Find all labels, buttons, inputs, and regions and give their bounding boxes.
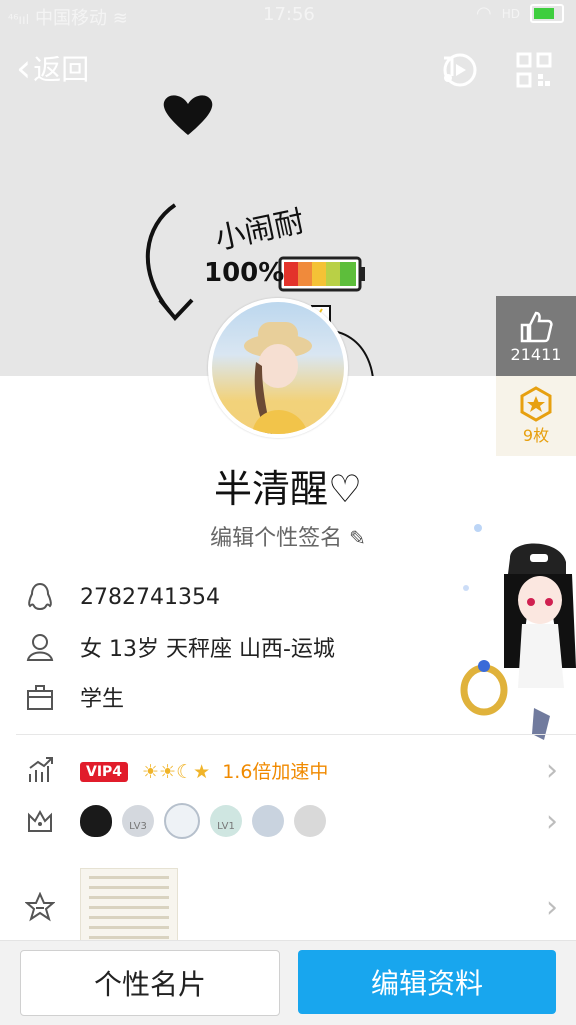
occupation-row[interactable]: 学生 xyxy=(0,672,576,722)
personal-info-row[interactable]: 女 13岁 天秤座 山西-运城 xyxy=(0,622,576,672)
badge-button[interactable]: 9枚 xyxy=(496,376,576,456)
qq-number-row[interactable]: 2782741354 xyxy=(0,572,576,622)
edit-profile-button[interactable]: 编辑资料 xyxy=(298,950,556,1014)
pencil-icon: ✎ xyxy=(349,526,366,550)
status-time: 17:56 xyxy=(263,4,315,25)
network-icon: HD xyxy=(501,6,520,21)
crown-icon xyxy=(24,805,56,837)
qq-number: 2782741354 xyxy=(80,584,220,610)
carrier-label: ⁴⁶ııl 中国移动 ≋ xyxy=(8,8,128,29)
nickname: 半清醒♡ xyxy=(213,467,363,511)
avatar-image xyxy=(244,322,312,434)
briefcase-icon xyxy=(24,681,56,713)
cover-percent: 100% xyxy=(204,258,285,288)
privileges-row[interactable]: LV3 LV1 › xyxy=(0,796,576,846)
profile-card-button[interactable]: 个性名片 xyxy=(20,950,280,1016)
growth-chart-icon xyxy=(24,754,56,786)
status-bar: ⁴⁶ııl 中国移动 ≋ 17:56 ◠ HD xyxy=(0,0,576,32)
back-button[interactable]: ‹ 返回 xyxy=(16,48,89,88)
signature-prompt: 编辑个性签名 xyxy=(210,526,343,551)
chevron-left-icon: ‹ xyxy=(16,46,32,90)
document-thumbnail[interactable] xyxy=(80,868,178,942)
wifi-icon: ≋ xyxy=(112,8,128,29)
medal-icon xyxy=(520,386,552,422)
like-button[interactable]: 21411 xyxy=(496,296,576,376)
battery-icon xyxy=(530,4,564,23)
like-count: 21411 xyxy=(510,344,562,364)
vip-level-icons: ☀☀☾★ xyxy=(142,760,211,783)
music-button[interactable] xyxy=(438,50,478,90)
qr-code-icon xyxy=(516,52,552,88)
badge-count: 9枚 xyxy=(522,426,550,445)
thumbs-up-icon xyxy=(520,311,553,342)
lightning-badge-icon xyxy=(294,805,326,837)
vip-row[interactable]: VIP4 ☀☀☾★ 1.6倍加速中 › xyxy=(0,745,576,795)
qr-code-button[interactable] xyxy=(514,50,554,90)
personal-info: 女 13岁 天秤座 山西-运城 xyxy=(80,637,335,662)
back-label: 返回 xyxy=(33,53,90,86)
person-icon xyxy=(24,631,56,663)
chevron-right-icon: › xyxy=(546,752,558,788)
star-outline-icon xyxy=(24,891,56,923)
vip-speed-text: 1.6倍加速中 xyxy=(222,760,329,783)
cloud-v-icon xyxy=(164,803,200,839)
lv1-diamond-icon: LV1 xyxy=(210,805,242,837)
star-badge-icon xyxy=(252,805,284,837)
chevron-right-icon: › xyxy=(546,803,558,839)
chevron-right-icon: › xyxy=(546,889,558,925)
penguin-icon xyxy=(24,581,56,613)
vip-tag: VIP4 xyxy=(80,762,129,782)
avatar[interactable] xyxy=(208,298,348,438)
headset-icon: ◠ xyxy=(476,3,492,24)
qq-penguin-badge-icon xyxy=(80,805,112,837)
occupation: 学生 xyxy=(80,687,125,712)
lv3-diamond-icon: LV3 xyxy=(122,805,154,837)
music-icon xyxy=(443,53,477,87)
divider xyxy=(16,734,576,735)
